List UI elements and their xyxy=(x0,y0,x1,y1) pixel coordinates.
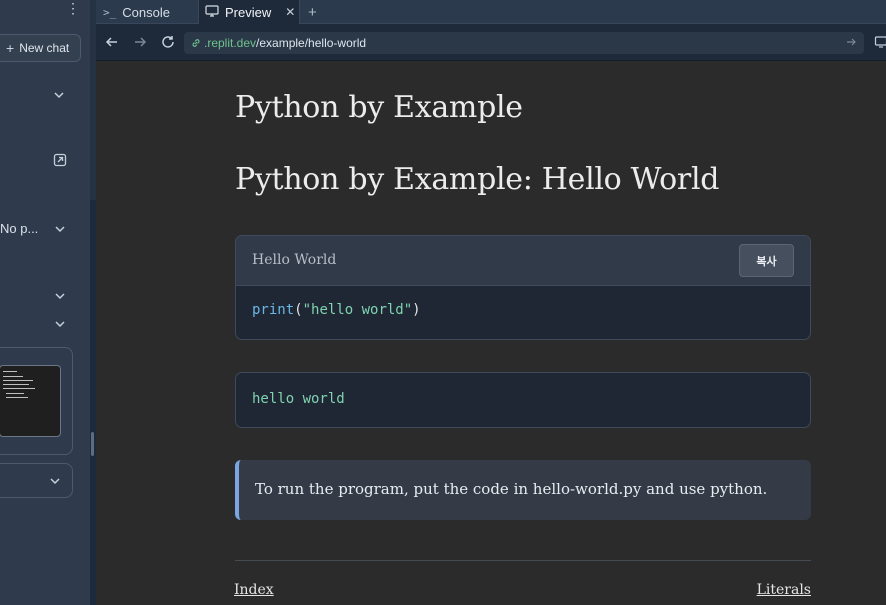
tab-preview-label: Preview xyxy=(225,4,272,20)
screenshot-attachment-card[interactable] xyxy=(0,347,73,455)
splitter-grip[interactable] xyxy=(91,432,94,456)
sidebar-item-truncated[interactable]: No p... xyxy=(0,221,38,236)
code-close-paren: ) xyxy=(412,302,421,318)
tab-console[interactable]: >_ Console xyxy=(103,0,170,24)
preview-toolbar: .replit.dev /example/hello-world xyxy=(96,24,886,61)
link-icon xyxy=(190,37,202,49)
forward-arrow-icon[interactable] xyxy=(132,34,148,50)
kebab-menu-icon[interactable]: ⋮ xyxy=(64,0,82,18)
url-host: .replit.dev xyxy=(204,36,257,50)
monitor-icon xyxy=(205,4,219,20)
collapsed-section-card[interactable] xyxy=(0,463,73,498)
tab-bar: >_ Console Preview ✕ + xyxy=(96,0,886,24)
page-subtitle: Python by Example: Hello World xyxy=(235,162,720,197)
code-open-paren: ( xyxy=(294,302,303,318)
add-tab-button[interactable]: + xyxy=(308,0,317,24)
tab-console-label: Console xyxy=(122,4,170,20)
back-arrow-icon[interactable] xyxy=(104,34,120,50)
chevron-down-icon[interactable] xyxy=(51,87,67,103)
code-block: Hello World 복사 print("hello world") xyxy=(235,235,811,340)
plus-icon: + xyxy=(6,40,15,56)
chevron-down-icon[interactable] xyxy=(52,316,68,332)
tab-preview[interactable]: Preview ✕ xyxy=(198,0,300,24)
go-arrow-icon[interactable] xyxy=(844,35,858,49)
devices-icon[interactable] xyxy=(874,34,886,50)
output-block: hello world xyxy=(235,372,811,428)
ai-chat-sidebar: ⋮ + New chat No p... xyxy=(0,0,90,605)
code-string: "hello world" xyxy=(302,302,413,318)
terminal-icon: >_ xyxy=(103,5,117,19)
close-icon[interactable]: ✕ xyxy=(285,5,295,19)
copy-button[interactable]: 복사 xyxy=(739,244,794,277)
chevron-down-icon[interactable] xyxy=(47,473,63,489)
page-title: Python by Example xyxy=(235,90,523,125)
code-function: print xyxy=(252,302,295,318)
code-content: print("hello world") xyxy=(236,286,810,334)
run-instructions-note: To run the program, put the code in hell… xyxy=(235,460,811,520)
chevron-down-icon[interactable] xyxy=(52,288,68,304)
new-chat-label: New chat xyxy=(19,41,70,55)
reload-icon[interactable] xyxy=(160,34,176,50)
screenshot-thumbnail[interactable] xyxy=(0,365,61,437)
code-block-header: Hello World 복사 xyxy=(236,236,810,286)
divider xyxy=(235,560,811,561)
preview-viewport: Python by Example Python by Example: Hel… xyxy=(96,62,886,605)
new-chat-button[interactable]: + New chat xyxy=(0,34,81,62)
url-path: /example/hello-world xyxy=(256,36,367,50)
next-link-literals[interactable]: Literals xyxy=(757,582,811,598)
chevron-down-icon[interactable] xyxy=(52,221,68,237)
prev-link-index[interactable]: Index xyxy=(234,582,274,598)
open-external-icon[interactable] xyxy=(52,152,68,168)
url-input[interactable]: .replit.dev /example/hello-world xyxy=(184,32,864,54)
code-block-label: Hello World xyxy=(252,252,337,268)
